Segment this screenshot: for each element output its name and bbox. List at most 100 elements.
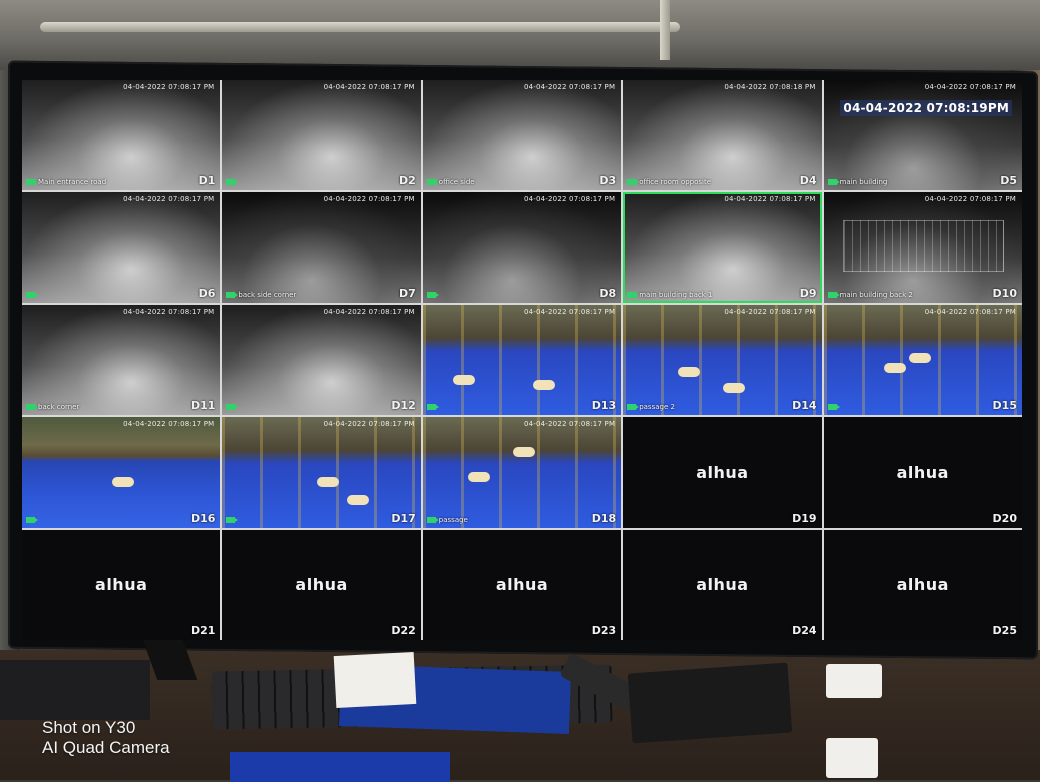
camera-tile[interactable]: 04-04-2022 07:08:17 PM D16	[22, 417, 221, 528]
pig-figure	[678, 366, 701, 377]
camera-tile-empty[interactable]: alhua D24	[623, 529, 822, 640]
camera-id: D15	[992, 399, 1017, 413]
pig-figure	[512, 447, 535, 458]
camera-id: D22	[391, 624, 416, 637]
monitor-screen: 04-04-2022 07:08:17 PM Main entrance roa…	[22, 80, 1022, 640]
recording-icon	[827, 291, 840, 298]
camera-id: D5	[1000, 174, 1017, 188]
camera-label: main building	[839, 178, 888, 187]
camera-label: back side corner	[238, 290, 297, 299]
timestamp: 04-04-2022 07:08:17 PM	[123, 307, 215, 316]
timestamp: 04-04-2022 07:08:17 PM	[523, 195, 616, 204]
camera-tile[interactable]: 04-04-2022 07:08:17 PM back corner D11	[22, 304, 221, 416]
camera-tile-empty[interactable]: alhua D25	[823, 529, 1022, 640]
camera-id: D6	[198, 286, 216, 300]
desk-device	[0, 660, 150, 720]
camera-label: main building back 1	[639, 290, 713, 299]
camera-tile[interactable]: 04-04-2022 07:08:17 PM main building bac…	[823, 192, 1022, 303]
camera-id: D25	[992, 624, 1017, 637]
timestamp: 04-04-2022 07:08:17 PM	[123, 195, 215, 204]
camera-tile-empty[interactable]: alhua D20	[823, 417, 1022, 528]
dvr-box	[627, 662, 793, 744]
camera-tile[interactable]: 04-04-2022 07:08:17 PM D17	[222, 417, 421, 528]
camera-id: D13	[591, 399, 617, 413]
camera-tile[interactable]: 04-04-2022 07:08:17 PM D6	[22, 192, 221, 303]
camera-id: D9	[799, 286, 817, 300]
camera-id: D18	[591, 511, 617, 525]
camera-tile-empty[interactable]: alhua D19	[623, 417, 822, 528]
pig-figure	[532, 379, 555, 390]
pig-figure	[723, 382, 746, 393]
camera-grid: 04-04-2022 07:08:17 PM Main entrance roa…	[22, 80, 1022, 640]
camera-id: D19	[792, 511, 817, 525]
recording-icon	[26, 179, 38, 186]
watermark-line1: Shot on Y30	[42, 718, 136, 737]
timestamp: 04-04-2022 07:08:17 PM	[523, 420, 616, 429]
timestamp: 04-04-2022 07:08:17 PM	[523, 83, 616, 91]
timestamp-large: 04-04-2022 07:08:19PM	[840, 100, 1012, 116]
camera-tile[interactable]: 04-04-2022 07:08:17 PM D8	[422, 192, 622, 303]
watermark-line2: AI Quad Camera	[42, 738, 170, 757]
recording-icon	[426, 179, 439, 186]
camera-id: D12	[391, 399, 416, 413]
timestamp: 04-04-2022 07:08:17 PM	[323, 83, 415, 91]
pig-figure	[452, 374, 475, 385]
recording-icon	[426, 404, 439, 411]
recording-icon	[226, 516, 239, 523]
camera-id: D8	[599, 286, 617, 300]
camera-tile-empty[interactable]: alhua D23	[422, 529, 622, 640]
recording-icon	[26, 516, 38, 523]
photo-watermark: Shot on Y30 AI Quad Camera	[42, 718, 170, 758]
camera-id: D24	[792, 624, 817, 637]
pig-figure	[908, 352, 931, 363]
camera-tile[interactable]: 04-04-2022 07:08:17 PM D2	[222, 80, 421, 191]
wall-pipe-vertical	[660, 0, 670, 60]
camera-label: Main entrance road	[38, 178, 107, 187]
camera-id: D4	[799, 174, 817, 188]
timestamp: 04-04-2022 07:08:17 PM	[724, 307, 816, 316]
camera-id: D7	[399, 286, 416, 300]
timestamp: 04-04-2022 07:08:17 PM	[924, 195, 1016, 204]
timestamp: 04-04-2022 07:08:17 PM	[924, 307, 1016, 316]
camera-tile[interactable]: 04-04-2022 07:08:17 PM office side D3	[422, 80, 622, 191]
camera-label: passage	[438, 515, 468, 524]
recording-icon	[26, 291, 38, 298]
camera-tile-empty[interactable]: alhua D22	[222, 529, 421, 640]
camera-tile-empty[interactable]: alhua D21	[22, 529, 221, 640]
recording-icon	[26, 404, 38, 411]
camera-tile[interactable]: 04-04-2022 07:08:17 PM passage D18	[422, 417, 622, 528]
camera-tile[interactable]: 04-04-2022 07:08:17 PM back side corner …	[222, 192, 421, 303]
power-adapter	[826, 738, 878, 778]
recording-icon	[827, 179, 840, 186]
timestamp: 04-04-2022 07:08:17 PM	[323, 307, 415, 316]
timestamp: 04-04-2022 07:08:17 PM	[123, 83, 215, 91]
camera-id: D21	[190, 624, 216, 637]
timestamp: 04-04-2022 07:08:17 PM	[924, 83, 1016, 91]
camera-tile[interactable]: 04-04-2022 07:08:18 PM office room oppos…	[623, 80, 822, 191]
camera-id: D20	[992, 511, 1017, 525]
camera-tile[interactable]: 04-04-2022 07:08:17 PM D12	[222, 304, 421, 416]
recording-icon	[426, 516, 439, 523]
camera-id: D16	[190, 511, 216, 525]
pig-figure	[317, 477, 340, 488]
pig-figure	[347, 495, 370, 506]
camera-tile[interactable]: 04-04-2022 07:08:17 PM D15	[823, 304, 1022, 416]
camera-tile[interactable]: 04-04-2022 07:08:17 PM Main entrance roa…	[22, 80, 221, 191]
camera-id: D14	[792, 399, 817, 413]
camera-id: D2	[399, 174, 416, 188]
scene-fence	[843, 219, 1005, 272]
timestamp: 04-04-2022 07:08:17 PM	[724, 195, 816, 204]
camera-id: D17	[391, 511, 416, 525]
camera-tile[interactable]: 04-04-2022 07:08:17 PM D13	[422, 304, 622, 416]
camera-tile[interactable]: 04-04-2022 07:08:17 PM passage 2 D14	[623, 304, 822, 416]
camera-label: passage 2	[639, 403, 675, 412]
pig-figure	[112, 477, 134, 488]
wall-pipe	[40, 22, 680, 32]
camera-tile-selected[interactable]: 04-04-2022 07:08:17 PM main building bac…	[623, 192, 822, 303]
pig-figure	[883, 362, 906, 373]
camera-label: office room opposite	[639, 178, 712, 187]
recording-icon	[426, 291, 439, 298]
camera-id: D11	[190, 399, 216, 413]
camera-tile[interactable]: 04-04-2022 07:08:17 PM 04-04-2022 07:08:…	[823, 80, 1022, 191]
recording-icon	[627, 404, 640, 411]
